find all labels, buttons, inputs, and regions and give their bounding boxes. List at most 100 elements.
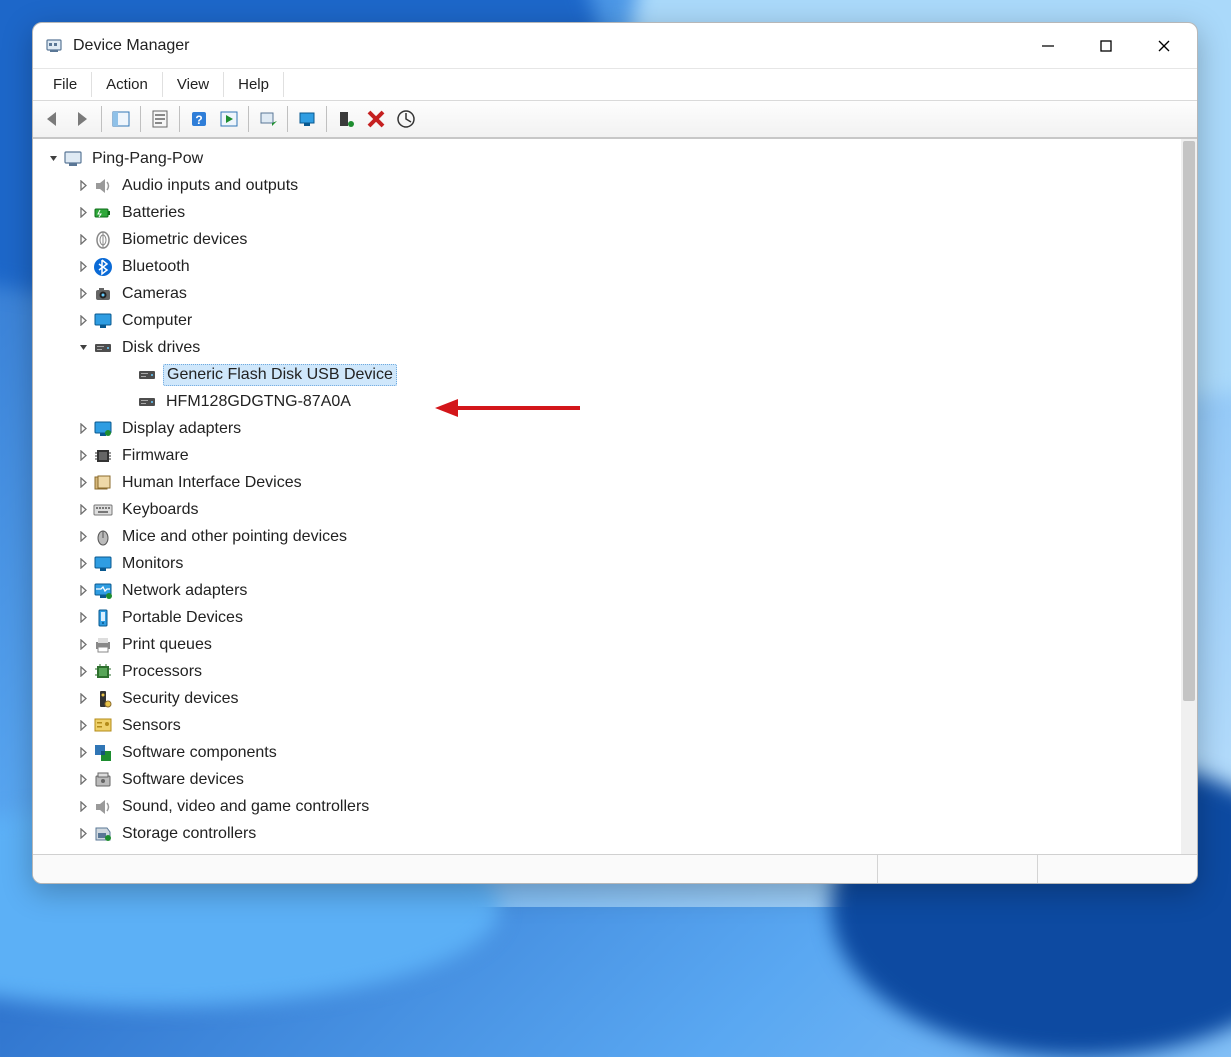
tree-row[interactable]: Network adapters (39, 577, 1181, 604)
refresh-button[interactable] (214, 105, 244, 133)
tree-row[interactable]: Storage controllers (39, 820, 1181, 847)
tree-row[interactable]: Sensors (39, 712, 1181, 739)
tree-row[interactable]: Human Interface Devices (39, 469, 1181, 496)
chevron-right-icon[interactable] (75, 259, 91, 275)
tree-item-label[interactable]: Display adapters (119, 419, 244, 439)
chevron-right-icon[interactable] (75, 529, 91, 545)
enable-device-button[interactable] (331, 105, 361, 133)
update-driver-button[interactable] (253, 105, 283, 133)
forward-button[interactable] (67, 105, 97, 133)
tree-item-label[interactable]: Biometric devices (119, 230, 250, 250)
chevron-right-icon[interactable] (75, 610, 91, 626)
tree-row[interactable]: Generic Flash Disk USB Device (39, 361, 1181, 388)
tree-row[interactable]: Print queues (39, 631, 1181, 658)
chevron-right-icon[interactable] (75, 637, 91, 653)
tree-item-label[interactable]: Computer (119, 311, 195, 331)
uninstall-device-button[interactable] (361, 105, 391, 133)
tree-row[interactable]: Software components (39, 739, 1181, 766)
chevron-right-icon[interactable] (75, 691, 91, 707)
chevron-right-icon[interactable] (75, 421, 91, 437)
close-button[interactable] (1135, 23, 1193, 69)
tree-row[interactable]: Audio inputs and outputs (39, 172, 1181, 199)
chevron-right-icon[interactable] (75, 205, 91, 221)
scan-hardware-button[interactable] (292, 105, 322, 133)
chevron-right-icon[interactable] (75, 475, 91, 491)
device-tree[interactable]: Ping-Pang-Pow Audio inputs and outputs B… (33, 139, 1181, 854)
tree-row[interactable]: Biometric devices (39, 226, 1181, 253)
tree-item-label[interactable]: Bluetooth (119, 257, 193, 277)
chevron-right-icon[interactable] (75, 286, 91, 302)
tree-item-label[interactable]: Security devices (119, 689, 242, 709)
tree-row[interactable]: Cameras (39, 280, 1181, 307)
tree-row[interactable]: Display adapters (39, 415, 1181, 442)
tree-item-label[interactable]: Ping-Pang-Pow (89, 149, 206, 169)
tree-row[interactable]: Bluetooth (39, 253, 1181, 280)
tree-row[interactable]: Ping-Pang-Pow (39, 145, 1181, 172)
tree-item-label[interactable]: Mice and other pointing devices (119, 527, 350, 547)
tree-row[interactable]: Batteries (39, 199, 1181, 226)
chevron-right-icon[interactable] (75, 664, 91, 680)
chevron-right-icon[interactable] (75, 313, 91, 329)
help-button[interactable]: ? (184, 105, 214, 133)
properties-button[interactable] (145, 105, 175, 133)
tree-item-label[interactable]: Software devices (119, 770, 247, 790)
tree-item-label[interactable]: Monitors (119, 554, 186, 574)
tree-row[interactable]: Sound, video and game controllers (39, 793, 1181, 820)
tree-row[interactable]: Keyboards (39, 496, 1181, 523)
tree-item-label[interactable]: HFM128GDGTNG-87A0A (163, 392, 354, 412)
disable-device-button[interactable] (391, 105, 421, 133)
tree-row[interactable]: Portable Devices (39, 604, 1181, 631)
chevron-right-icon[interactable] (75, 718, 91, 734)
tree-item-label[interactable]: Sensors (119, 716, 184, 736)
tree-row[interactable]: Disk drives (39, 334, 1181, 361)
tree-item-label[interactable]: Human Interface Devices (119, 473, 305, 493)
tree-item-label[interactable]: Sound, video and game controllers (119, 797, 372, 817)
tree-item-label[interactable]: Cameras (119, 284, 190, 304)
scrollbar-thumb[interactable] (1183, 141, 1195, 701)
chevron-right-icon[interactable] (75, 232, 91, 248)
tree-item-label[interactable]: Storage controllers (119, 824, 259, 844)
menu-file[interactable]: File (39, 72, 92, 97)
tree-item-label[interactable]: Audio inputs and outputs (119, 176, 301, 196)
tree-row[interactable]: Security devices (39, 685, 1181, 712)
tree-item-label[interactable]: Network adapters (119, 581, 250, 601)
chevron-right-icon[interactable] (75, 826, 91, 842)
chevron-right-icon[interactable] (75, 583, 91, 599)
mouse-icon (93, 527, 113, 547)
chevron-right-icon[interactable] (75, 556, 91, 572)
tree-item-label[interactable]: Portable Devices (119, 608, 246, 628)
minimize-button[interactable] (1019, 23, 1077, 69)
chevron-right-icon[interactable] (75, 799, 91, 815)
tree-item-label[interactable]: Generic Flash Disk USB Device (163, 364, 397, 386)
tree-row[interactable]: Monitors (39, 550, 1181, 577)
tree-row[interactable]: HFM128GDGTNG-87A0A (39, 388, 1181, 415)
maximize-button[interactable] (1077, 23, 1135, 69)
tree-item-label[interactable]: Software components (119, 743, 280, 763)
tree-item-label[interactable]: Processors (119, 662, 205, 682)
chevron-right-icon[interactable] (75, 448, 91, 464)
chevron-right-icon[interactable] (75, 502, 91, 518)
tree-item-label[interactable]: Disk drives (119, 338, 203, 358)
tree-row[interactable]: Software devices (39, 766, 1181, 793)
menu-help[interactable]: Help (224, 72, 284, 97)
scrollbar[interactable] (1181, 139, 1197, 854)
camera-icon (93, 284, 113, 304)
chevron-right-icon[interactable] (75, 745, 91, 761)
chevron-right-icon[interactable] (75, 178, 91, 194)
tree-item-label[interactable]: Firmware (119, 446, 192, 466)
menu-view[interactable]: View (163, 72, 224, 97)
chevron-right-icon[interactable] (75, 772, 91, 788)
tree-item-label[interactable]: Batteries (119, 203, 188, 223)
menu-action[interactable]: Action (92, 72, 163, 97)
chevron-down-icon[interactable] (45, 151, 61, 167)
tree-row[interactable]: Mice and other pointing devices (39, 523, 1181, 550)
tree-item-label[interactable]: Keyboards (119, 500, 202, 520)
back-button[interactable] (37, 105, 67, 133)
speaker-icon (93, 797, 113, 817)
tree-item-label[interactable]: Print queues (119, 635, 215, 655)
chevron-down-icon[interactable] (75, 340, 91, 356)
tree-row[interactable]: Processors (39, 658, 1181, 685)
tree-row[interactable]: Computer (39, 307, 1181, 334)
tree-row[interactable]: Firmware (39, 442, 1181, 469)
show-hide-tree-button[interactable] (106, 105, 136, 133)
